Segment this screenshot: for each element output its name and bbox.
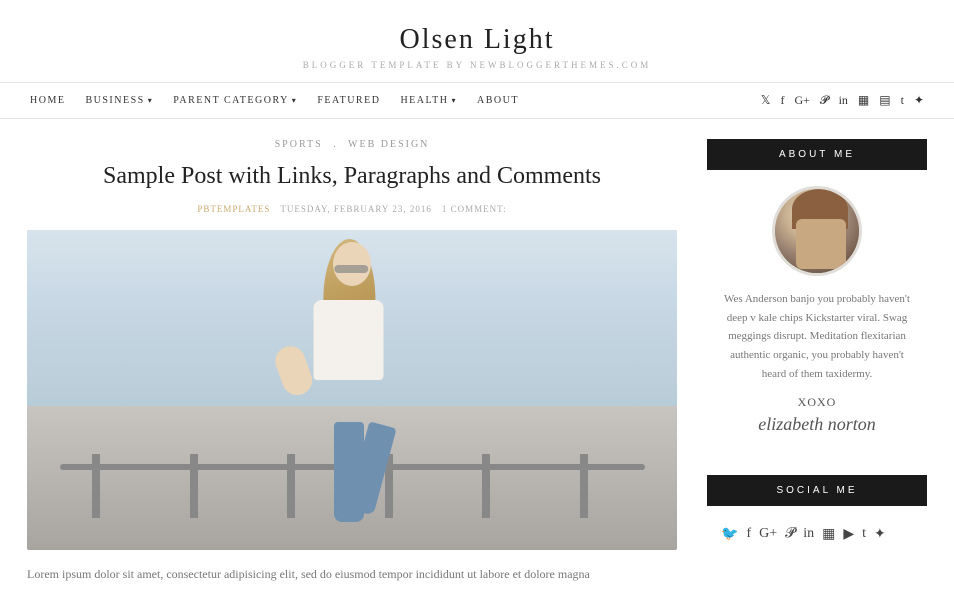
parent-caret: ▾: [292, 96, 298, 105]
about-avatar: [772, 186, 862, 276]
category-separator: .: [333, 139, 338, 150]
business-caret: ▾: [148, 96, 154, 105]
linkedin-icon[interactable]: in: [839, 93, 848, 108]
about-widget-content: Wes Anderson banjo you probably haven't …: [707, 170, 927, 451]
nav-item-about[interactable]: ABOUT: [477, 95, 519, 106]
social-linkedin[interactable]: in: [803, 526, 814, 543]
facebook-icon[interactable]: f: [780, 93, 784, 108]
post-title: Sample Post with Links, Paragraphs and C…: [27, 160, 677, 194]
about-signature: elizabeth norton: [717, 414, 917, 435]
social-widget-content: 🐦 f G+ 𝓟 in ▦ ▶ t ✦: [707, 506, 927, 563]
pinterest-icon[interactable]: 𝓟: [820, 93, 829, 108]
post-date: TUESDAY, FEBRUARY 23, 2016: [280, 204, 431, 214]
avatar-image: [775, 189, 859, 273]
post-author[interactable]: PBTEMPLATES: [197, 204, 270, 214]
social-facebook[interactable]: f: [746, 526, 751, 543]
googleplus-icon[interactable]: G+: [794, 93, 809, 108]
about-text: Wes Anderson banjo you probably haven't …: [717, 290, 917, 383]
category-webdesign[interactable]: WEB DESIGN: [348, 139, 429, 150]
social-pinterest[interactable]: 𝓟: [785, 526, 795, 543]
grid-icon[interactable]: ▤: [879, 93, 890, 108]
social-youtube[interactable]: ▶: [843, 526, 854, 543]
nav-links: HOME BUSINESS ▾ PARENT CATEGORY ▾ FEATUR…: [30, 95, 519, 106]
twitter-icon[interactable]: 𝕏: [761, 93, 771, 108]
navigation: HOME BUSINESS ▾ PARENT CATEGORY ▾ FEATUR…: [0, 82, 954, 119]
social-widget-title: SOCIAL ME: [707, 475, 927, 506]
nav-item-business[interactable]: BUSINESS ▾: [85, 95, 153, 106]
nav-item-parent[interactable]: PARENT CATEGORY ▾: [173, 95, 297, 106]
social-twitter[interactable]: 🐦: [721, 526, 738, 543]
content-area: SPORTS . WEB DESIGN Sample Post with Lin…: [27, 139, 677, 587]
fashion-figure: [27, 230, 677, 550]
health-caret: ▾: [452, 96, 458, 105]
social-icons-grid: 🐦 f G+ 𝓟 in ▦ ▶ t ✦: [717, 518, 917, 551]
site-subtitle: BLOGGER TEMPLATE BY NEWBLOGGERTHEMES.COM: [20, 60, 934, 70]
social-rss[interactable]: ✦: [874, 526, 886, 543]
site-header: Olsen Light BLOGGER TEMPLATE BY NEWBLOGG…: [0, 0, 954, 82]
post-image: [27, 230, 677, 550]
tumblr-icon[interactable]: t: [901, 93, 904, 108]
social-gplus[interactable]: G+: [759, 526, 777, 543]
nav-social-icons: 𝕏 f G+ 𝓟 in ▦ ▤ t ✦: [761, 93, 924, 108]
main-container: SPORTS . WEB DESIGN Sample Post with Lin…: [7, 119, 947, 607]
post-excerpt: Lorem ipsum dolor sit amet, consectetur …: [27, 564, 677, 584]
category-sports[interactable]: SPORTS: [275, 139, 323, 150]
about-widget-title: ABOUT ME: [707, 139, 927, 170]
social-tumblr[interactable]: t: [862, 526, 866, 543]
social-instagram[interactable]: ▦: [822, 526, 835, 543]
about-xoxo: XOXO: [717, 395, 917, 410]
social-widget: SOCIAL ME 🐦 f G+ 𝓟 in ▦ ▶ t ✦: [707, 475, 927, 563]
nav-item-featured[interactable]: FEATURED: [317, 95, 380, 106]
instagram-icon[interactable]: ▦: [858, 93, 869, 108]
nav-item-home[interactable]: HOME: [30, 95, 65, 106]
rss-icon[interactable]: ✦: [914, 93, 924, 108]
about-widget: ABOUT ME Wes Anderson banjo you probably…: [707, 139, 927, 451]
site-title: Olsen Light: [20, 24, 934, 56]
nav-item-health[interactable]: HEALTH ▾: [400, 95, 457, 106]
post-categories: SPORTS . WEB DESIGN: [27, 139, 677, 150]
post-comments[interactable]: 1 COMMENT:: [442, 204, 507, 214]
post-article: SPORTS . WEB DESIGN Sample Post with Lin…: [27, 139, 677, 584]
sidebar: ABOUT ME Wes Anderson banjo you probably…: [707, 139, 927, 587]
post-meta: PBTEMPLATES TUESDAY, FEBRUARY 23, 2016 1…: [27, 204, 677, 214]
